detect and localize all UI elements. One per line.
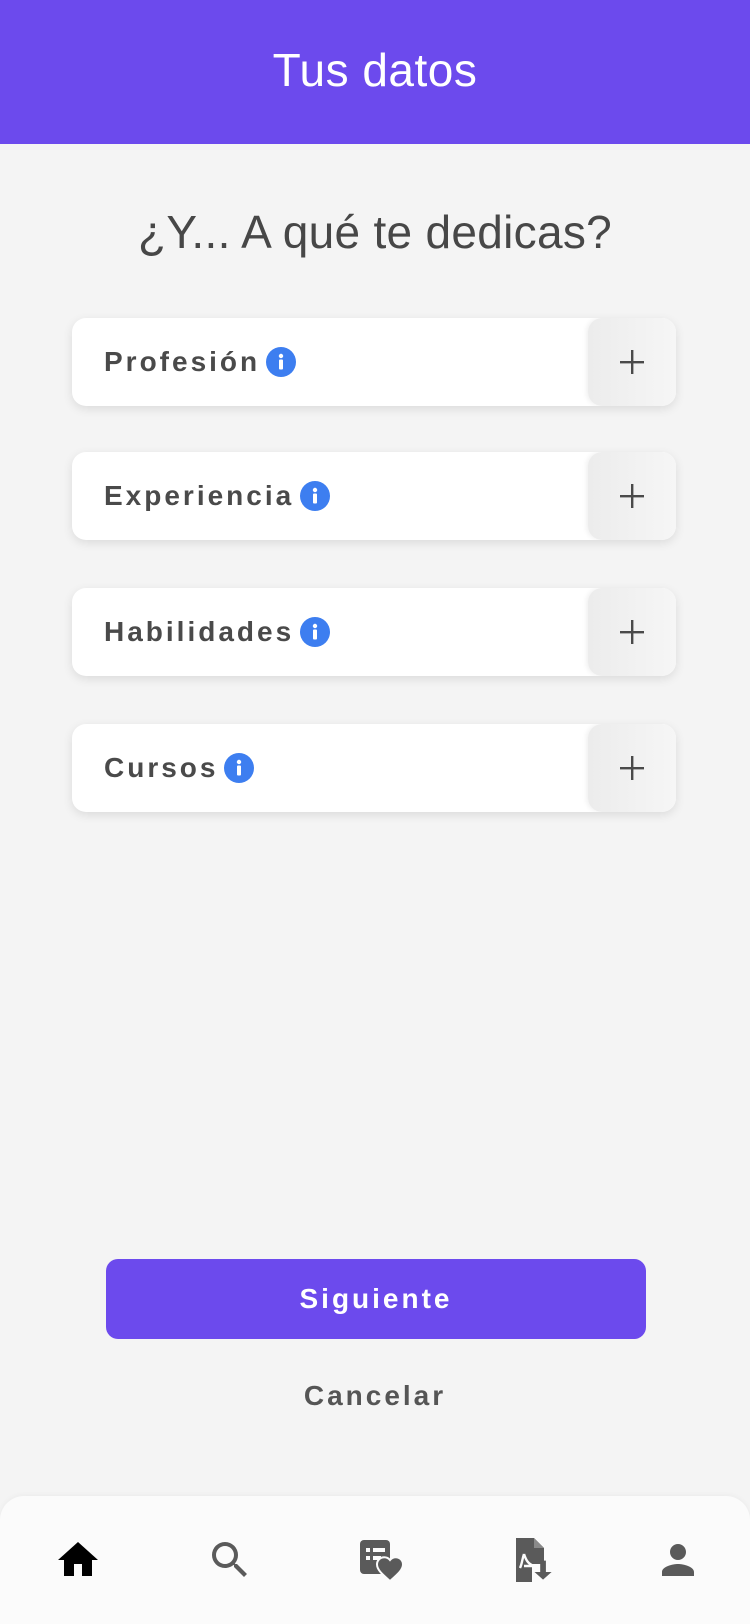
plus-icon — [620, 620, 644, 644]
field-card-habilidades: Habilidades — [72, 588, 676, 676]
field-label: Experiencia — [104, 480, 295, 511]
info-icon[interactable] — [300, 481, 331, 511]
plus-icon — [620, 350, 644, 374]
plus-icon — [620, 756, 644, 780]
add-cursos-button[interactable] — [588, 724, 676, 812]
app-bar: Tus datos — [0, 0, 750, 144]
next-button[interactable]: Siguiente — [106, 1259, 646, 1339]
info-icon[interactable] — [224, 753, 255, 783]
add-profesion-button[interactable] — [588, 318, 676, 406]
add-experiencia-button[interactable] — [588, 452, 676, 540]
nav-profile[interactable] — [650, 1532, 706, 1588]
pdf-download-icon — [516, 1538, 552, 1582]
profile-icon — [662, 1544, 694, 1576]
favorites-list-icon — [360, 1540, 404, 1583]
plus-icon — [620, 484, 644, 508]
home-icon — [58, 1542, 98, 1576]
info-icon[interactable] — [300, 617, 331, 647]
field-label: Cursos — [104, 752, 219, 783]
nav-pdf-download[interactable] — [504, 1532, 560, 1588]
field-card-profesion: Profesión — [72, 318, 676, 406]
field-label: Profesión — [104, 346, 261, 377]
add-habilidades-button[interactable] — [588, 588, 676, 676]
field-card-experiencia: Experiencia — [72, 452, 676, 540]
cancel-button[interactable]: Cancelar — [0, 1380, 750, 1412]
bottom-navigation — [0, 1496, 750, 1624]
field-card-cursos: Cursos — [72, 724, 676, 812]
page-title: Tus datos — [272, 44, 478, 96]
nav-favorites[interactable] — [352, 1532, 408, 1588]
field-label: Habilidades — [104, 616, 295, 647]
info-icon[interactable] — [266, 347, 297, 377]
search-icon — [212, 1542, 247, 1577]
nav-home[interactable] — [50, 1532, 106, 1588]
nav-search[interactable] — [202, 1532, 258, 1588]
question-heading: ¿Y... A qué te dedicas? — [137, 206, 613, 258]
